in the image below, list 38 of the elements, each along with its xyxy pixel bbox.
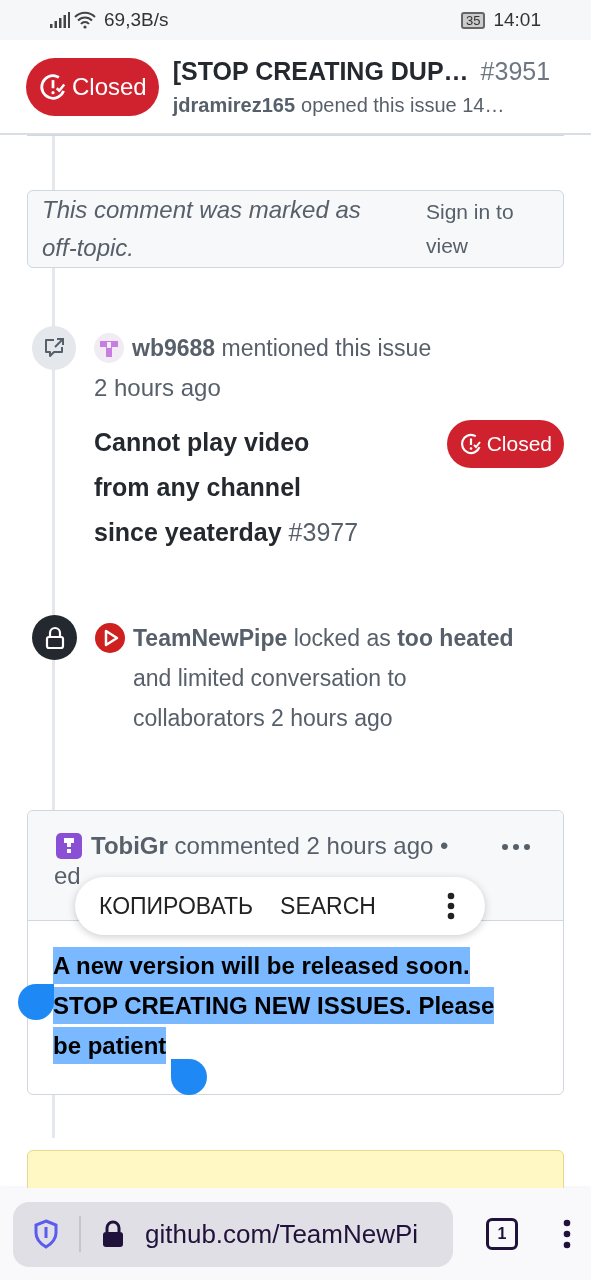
cross-reference-icon	[42, 336, 66, 360]
issue-number: #3951	[480, 55, 551, 87]
more-options-icon	[447, 892, 455, 920]
selection-handle[interactable]	[171, 1059, 207, 1095]
avatar-icon	[95, 623, 125, 653]
hidden-comment-note: This comment was marked as off-topic.	[42, 195, 362, 263]
network-speed: 69,3B/s	[104, 7, 169, 32]
battery-indicator: 35	[461, 11, 486, 29]
sign-in-link[interactable]: Sign in to view	[426, 195, 536, 263]
state-badge: Closed	[26, 57, 159, 116]
author-link[interactable]: jdramirez165	[172, 90, 295, 121]
state-badge: Closed	[446, 420, 564, 468]
edited-label: ed	[54, 861, 81, 891]
menu-action[interactable]: КОПИРОВАТЬ	[99, 888, 254, 924]
event-time: 2 hours ago	[94, 373, 222, 403]
closed-issue-icon	[458, 432, 483, 456]
lock-icon	[43, 625, 66, 650]
issue-title: [STOP CREATING DUP…	[172, 55, 469, 87]
menu-action[interactable]: SEARCH	[280, 888, 376, 924]
clock-time: 14:01	[493, 7, 541, 32]
address-bar[interactable]: github.com/TeamNewPi	[13, 1201, 453, 1267]
wifi-icon	[74, 11, 96, 29]
lock-event-text: TeamNewPipe locked as too heated and limited conversation to collaborators 2 hours ago	[133, 624, 515, 733]
tab-count-button[interactable]: 1	[486, 1218, 518, 1250]
overflow-menu-icon	[563, 1219, 571, 1249]
avatar-icon	[94, 333, 124, 363]
issue-meta: opened this issue 14…	[301, 93, 505, 119]
shield-icon	[33, 1219, 59, 1249]
more-options-icon	[501, 843, 531, 851]
signal-icon	[50, 12, 70, 28]
mention-text: wb9688 mentioned this issue	[132, 334, 432, 363]
lock-icon	[101, 1219, 125, 1249]
url-text: github.com/TeamNewPi	[145, 1217, 419, 1251]
linked-issue-title: Cannot play video from any channel since yeaterday #3977	[94, 427, 360, 548]
selection-handle[interactable]	[18, 984, 54, 1020]
avatar-icon	[55, 832, 83, 860]
comment-meta: TobiGr commented 2 hours ago •	[91, 831, 450, 861]
closed-issue-icon	[38, 71, 68, 102]
